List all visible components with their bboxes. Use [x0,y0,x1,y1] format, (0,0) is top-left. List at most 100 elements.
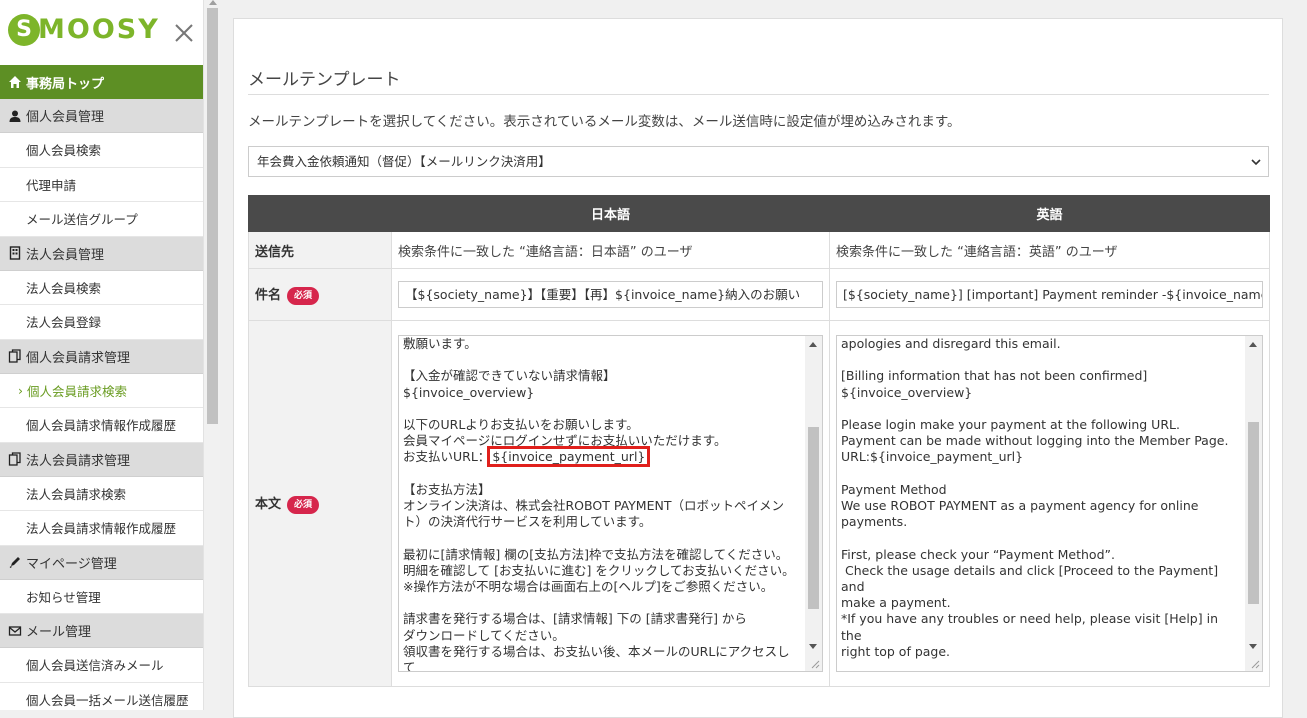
scroll-down-arrow-icon[interactable] [809,644,817,649]
nav-item-label: 個人会員送信済みメール [26,658,164,674]
nav-item-label: 個人会員請求情報作成履歴 [26,418,177,434]
required-badge: 必須 [287,286,320,305]
nav-item-corporate-billing-search[interactable]: 法人会員請求検索 [0,476,203,511]
subject-ja-input[interactable]: 【${society_name}】【重要】【再】${invoice_name}納… [398,281,823,308]
sidebar-scrollbar[interactable] [203,0,220,710]
nav-section-label: メール管理 [26,625,92,640]
nav-section-label: マイページ管理 [26,556,117,572]
nav-home-label: 事務局トップ [26,76,105,92]
subject-en-cell: [${society_name}] [important] Payment re… [829,268,1270,321]
nav-item-label: 法人会員請求検索 [26,486,127,502]
subject-ja-cell: 【${society_name}】【重要】【再】${invoice_name}納… [391,268,830,321]
body-en-textarea[interactable]: apologies and disregard this email. [Bil… [836,335,1263,672]
body-en-scroll-thumb[interactable] [1248,422,1259,604]
resize-handle-icon[interactable] [1250,659,1260,669]
template-select[interactable]: 年会費入金依頼通知（督促）【メールリンク決済用】 [248,146,1269,177]
resize-handle-icon[interactable] [810,659,820,669]
nav-section-corporate-members[interactable]: 法人会員管理 [0,236,203,271]
header-japanese: 日本語 [391,195,830,232]
instruction-text: メールテンプレートを選択してください。表示されているメール変数は、メール送信時に… [248,114,961,130]
nav-item-label: お知らせ管理 [26,589,101,605]
nav-section-label: 個人会員請求管理 [26,350,131,366]
logo-text: MOOSY [38,14,160,45]
recipient-label-text: 送信先 [255,244,295,260]
nav-item-corporate-search[interactable]: 法人会員検索 [0,270,203,305]
close-menu-button[interactable] [170,19,198,47]
nav-item-individual-search[interactable]: 個人会員検索 [0,133,203,168]
documents-icon [8,452,22,466]
nav-item-label: 法人会員検索 [26,280,102,296]
scroll-down-arrow-icon[interactable] [1249,644,1257,649]
body-ja-scroll-thumb[interactable] [808,427,819,609]
scroll-up-arrow-icon[interactable] [1249,342,1257,347]
table-header-row: 日本語 英語 [248,195,1270,232]
nav-section-corporate-billing[interactable]: 法人会員請求管理 [0,442,203,477]
body-label-text: 本文 [255,497,282,513]
nav-section-label: 個人会員管理 [26,110,105,125]
nav-section-individual-members[interactable]: 個人会員管理 [0,99,203,133]
template-select-value: 年会費入金依頼通知（督促）【メールリンク決済用】 [257,154,551,169]
close-icon [175,24,193,42]
logo-area: S MOOSY [0,0,203,65]
subject-row: 件名 必須 【${society_name}】【重要】【再】${invoice_n… [248,268,1270,321]
person-icon [8,109,22,123]
nav-item-label: 法人会員登録 [26,315,102,331]
nav-item-label: 個人会員検索 [26,143,102,159]
nav-item-label: 代理申請 [26,177,77,193]
pencil-icon [8,555,22,569]
nav-item-individual-billing-search[interactable]: › 個人会員請求検索 [0,373,203,408]
header-english: 英語 [829,195,1270,232]
nav-section-mail[interactable]: メール管理 [0,614,203,648]
body-en-text: apologies and disregard this email. [Bil… [841,336,1229,659]
scroll-up-arrow-icon[interactable] [209,0,217,5]
body-ja-cell: 敷願います。 【入金が確認できていない請求情報】 ${invoice_overv… [391,320,830,687]
nav-item-individual-billing-history[interactable]: 個人会員請求情報作成履歴 [0,408,203,443]
body-label: 本文 必須 [248,320,392,687]
body-ja-scrollbar[interactable] [805,336,822,671]
nav-item-notices[interactable]: お知らせ管理 [0,579,203,614]
nav-item-label: メール送信グループ [26,212,138,228]
logo-letter: S [8,14,40,46]
body-ja-text-after: 【お支払方法】 オンライン決済は、株式会社ROBOT PAYMENT（ロボットペ… [403,481,795,672]
active-arrow: › [18,382,23,398]
main-card: メールテンプレート メールテンプレートを選択してください。表示されているメール変… [233,18,1283,718]
subject-label: 件名 必須 [248,268,392,321]
body-row: 本文 必須 敷願います。 【入金が確認できていない請求情報】 ${invoice_… [248,320,1270,687]
required-badge: 必須 [287,495,320,514]
nav-item-bulk-mail-history[interactable]: 個人会員一括メール送信履歴 [0,682,203,710]
recipient-en: 検索条件に一致した “連絡言語：英語” のユーザ [829,231,1270,269]
nav-section-label: 法人会員管理 [26,247,105,263]
nav-section-mypage[interactable]: マイページ管理 [0,545,203,580]
nav-item-mail-group[interactable]: メール送信グループ [0,202,203,237]
building-icon [8,246,22,260]
body-en-scrollbar[interactable] [1245,336,1262,671]
envelope-icon [8,624,22,638]
documents-icon [8,349,22,363]
recipient-label: 送信先 [248,231,392,269]
recipient-row: 送信先 検索条件に一致した “連絡言語：日本語” のユーザ 検索条件に一致した … [248,231,1270,269]
nav-section-individual-billing[interactable]: 個人会員請求管理 [0,339,203,374]
nav-item-corporate-billing-history[interactable]: 法人会員請求情報作成履歴 [0,511,203,546]
body-en-cell: apologies and disregard this email. [Bil… [829,320,1270,687]
sidebar-scroll-thumb[interactable] [207,8,218,424]
nav-item-label: 個人会員請求検索 [27,383,128,399]
body-ja-text: 敷願います。 【入金が確認できていない請求情報】 ${invoice_overv… [403,336,802,672]
header-blank [248,195,392,232]
page-title: メールテンプレート [248,70,401,90]
payment-url-variable-highlight: ${invoice_payment_url} [487,446,651,468]
body-ja-text-before: 敷願います。 【入金が確認できていない請求情報】 ${invoice_overv… [403,336,727,465]
nav-item-label: 個人会員一括メール送信履歴 [26,692,189,708]
nav-item-corporate-register[interactable]: 法人会員登録 [0,305,203,340]
chevron-down-icon [1251,159,1261,166]
nav-home[interactable]: 事務局トップ [0,65,203,99]
nav-item-proxy-application[interactable]: 代理申請 [0,167,203,202]
subject-en-input[interactable]: [${society_name}] [important] Payment re… [836,281,1263,308]
scroll-up-arrow-icon[interactable] [809,342,817,347]
sidebar: S MOOSY 事務局トップ 個人会員管理 個人会員検索 代理申請 メール送信グ… [0,0,203,710]
side-nav: 事務局トップ 個人会員管理 個人会員検索 代理申請 メール送信グループ 法人会員… [0,65,203,710]
nav-item-label: 法人会員請求情報作成履歴 [26,521,177,537]
body-ja-textarea[interactable]: 敷願います。 【入金が確認できていない請求情報】 ${invoice_overv… [398,335,823,672]
nav-section-label: 法人会員請求管理 [26,453,131,469]
nav-item-sent-mail[interactable]: 個人会員送信済みメール [0,648,203,683]
subject-label-text: 件名 [255,288,282,304]
